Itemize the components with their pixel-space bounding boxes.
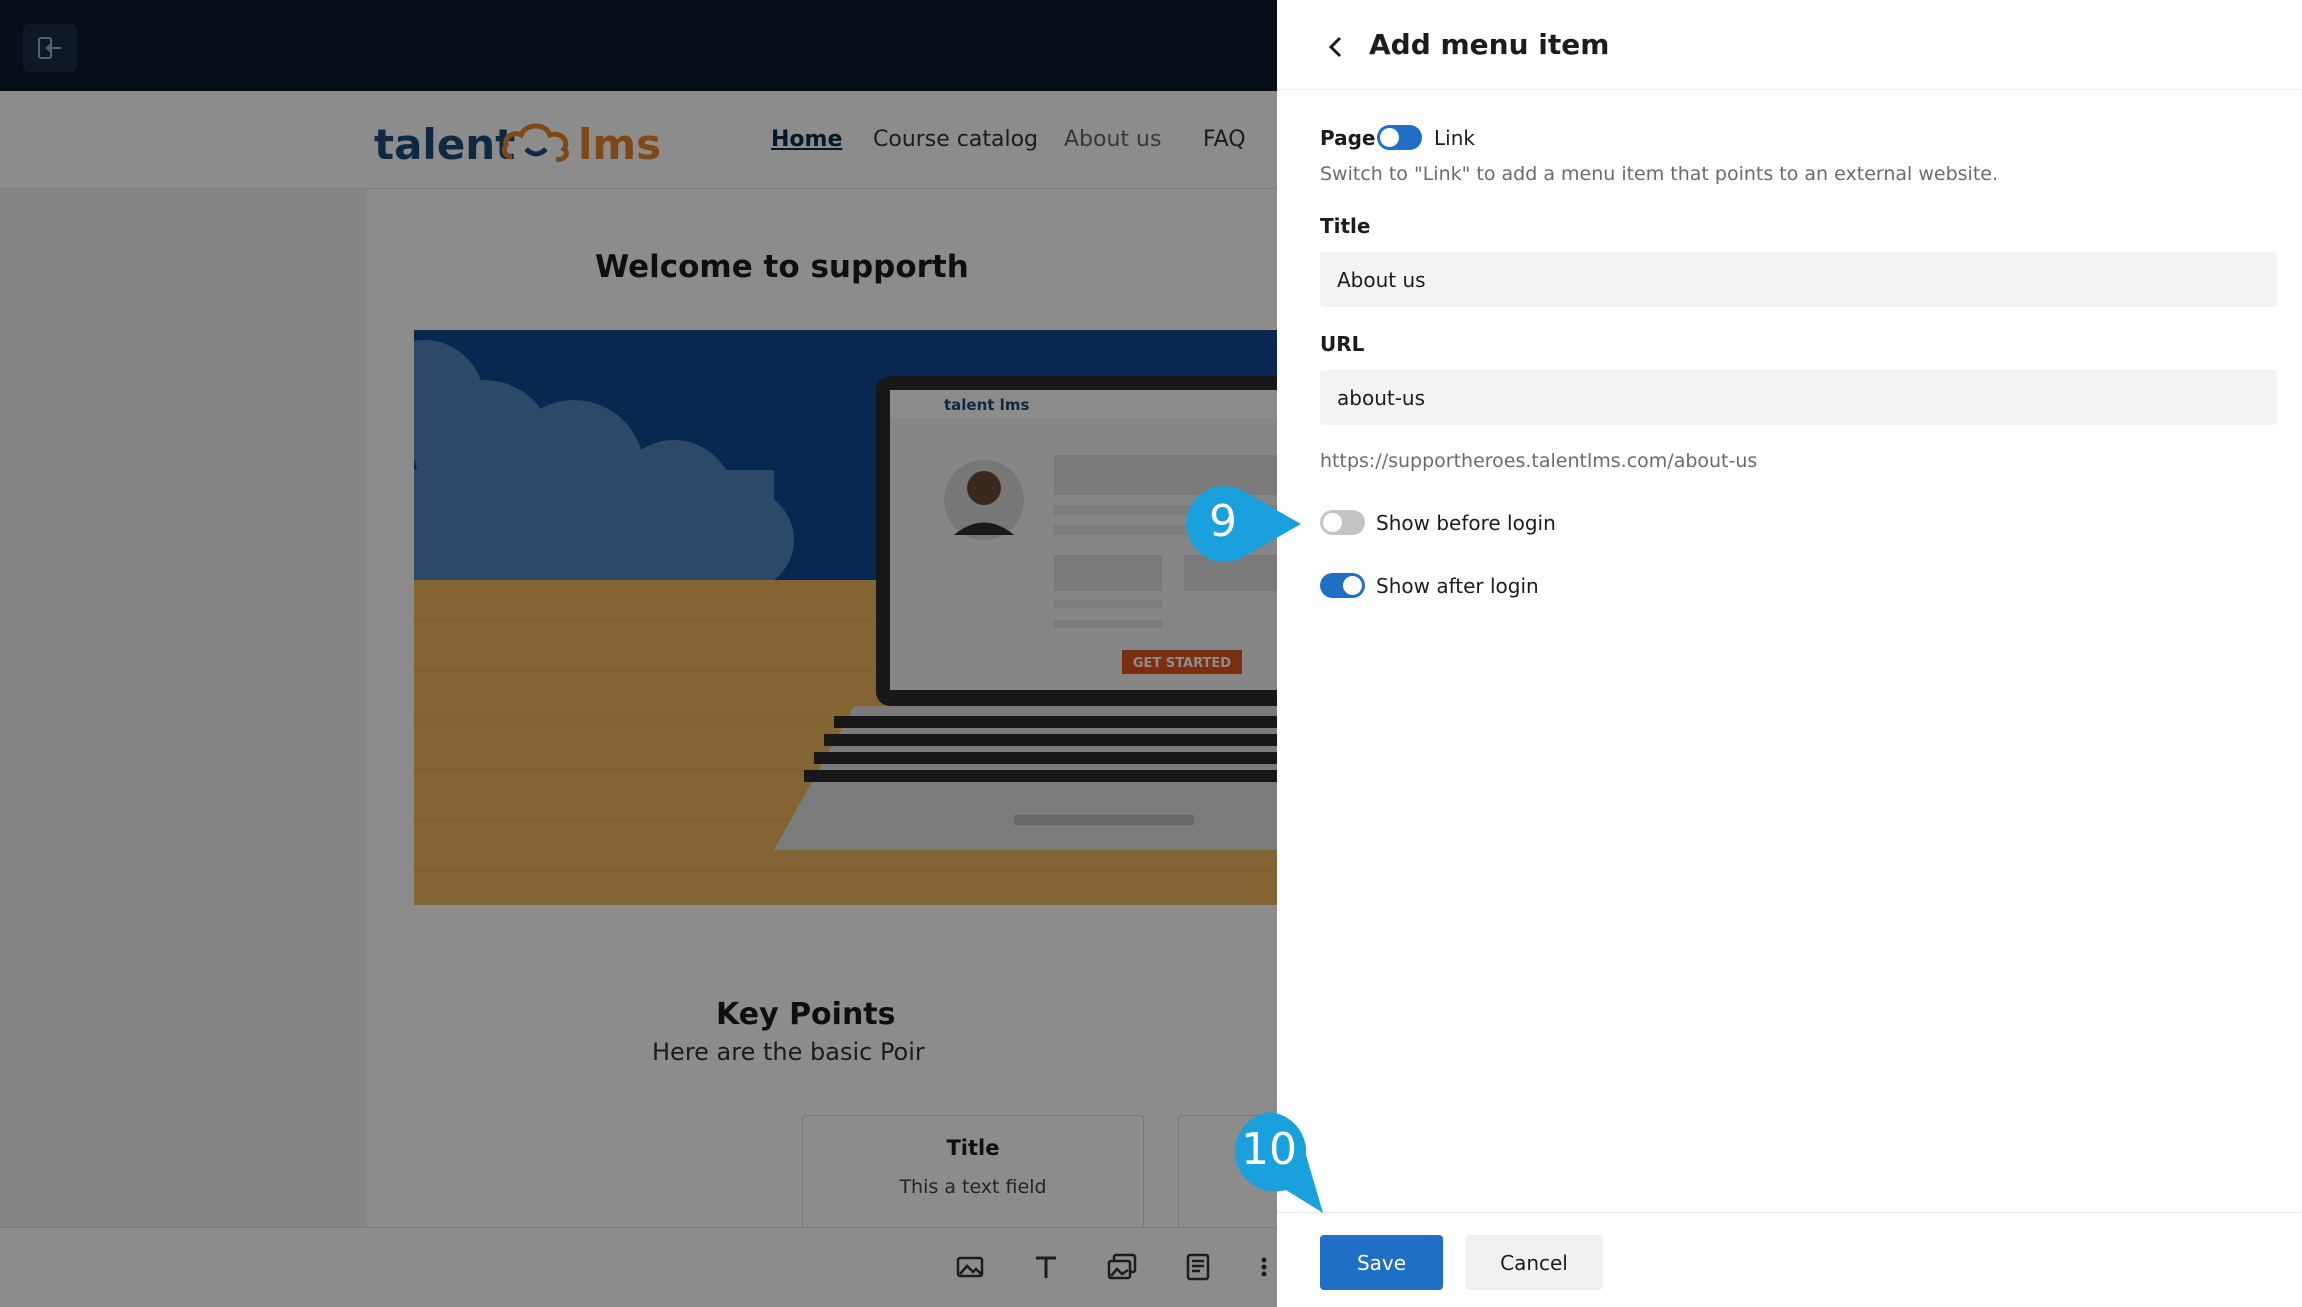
editor-canvas: talent lms GET STARTED Welcome to suppor… [0,189,1277,1235]
nav-faq[interactable]: FAQ [1203,127,1246,152]
panel-header: Add menu item [1277,0,2302,90]
talentlms-logo: talent lms [374,120,661,169]
step-9-callout: 9 [1183,484,1303,564]
welcome-heading: Welcome to supporth [595,249,969,285]
back-button[interactable] [1321,32,1351,62]
full-url-preview: https://supportheroes.talentlms.com/abou… [1320,450,1758,472]
add-menu-item-panel: Add menu item Page Link Switch to "Link"… [1277,0,2302,1307]
text-icon[interactable] [1031,1252,1061,1282]
exit-icon [38,37,61,59]
card-title: Title [946,1136,1000,1160]
type-option-page: Page [1320,126,1376,150]
show-after-login-label: Show after login [1376,574,1539,598]
cancel-button[interactable]: Cancel [1465,1235,1603,1290]
book-icon[interactable] [1183,1252,1213,1282]
panel-footer: Save Cancel [1277,1212,2302,1307]
exit-button[interactable] [23,24,77,72]
image-icon[interactable] [955,1252,985,1282]
title-label: Title [1320,214,1371,238]
content-card[interactable]: Title This a text field [802,1115,1144,1235]
key-points-title: Key Points [716,997,896,1032]
hero-cta-label: GET STARTED [1133,656,1231,671]
title-input[interactable] [1320,252,2277,307]
save-button[interactable]: Save [1320,1235,1443,1290]
show-after-login-toggle[interactable] [1320,573,1365,598]
nav-home[interactable]: Home [771,127,842,152]
url-label: URL [1320,332,1365,356]
show-before-login-label: Show before login [1376,511,1556,535]
chevron-left-icon [1328,36,1342,58]
page-link-toggle[interactable] [1377,125,1422,150]
type-option-link: Link [1434,126,1475,150]
bottom-toolbar [0,1227,1277,1307]
show-before-login-toggle[interactable] [1320,510,1365,535]
page-sheet: talent lms GET STARTED [367,189,1277,1227]
background-editor: talent lms Home Course catalog About us … [0,0,1277,1307]
step-10-callout: 10 [1228,1110,1338,1215]
step-9-number: 9 [1209,496,1237,547]
key-points-subtitle: Here are the basic Poir [652,1038,925,1066]
hero-laptop-logo: talent lms [944,396,1029,414]
type-hint: Switch to "Link" to add a menu item that… [1320,163,1999,185]
panel-title: Add menu item [1369,28,1610,61]
nav-about-us[interactable]: About us [1064,127,1161,152]
editor-topbar [0,0,1277,91]
step-10-number: 10 [1241,1124,1297,1175]
gallery-icon[interactable] [1107,1252,1137,1282]
hero-image: talent lms GET STARTED [414,330,1277,905]
svg-text:talent: talent [374,120,515,169]
nav-course-catalog[interactable]: Course catalog [873,127,1038,152]
svg-text:lms: lms [578,120,661,169]
url-input[interactable] [1320,370,2277,425]
card-text: This a text field [899,1176,1047,1198]
site-header: talent lms Home Course catalog About us … [0,91,1277,189]
list-icon[interactable] [1259,1252,1277,1282]
